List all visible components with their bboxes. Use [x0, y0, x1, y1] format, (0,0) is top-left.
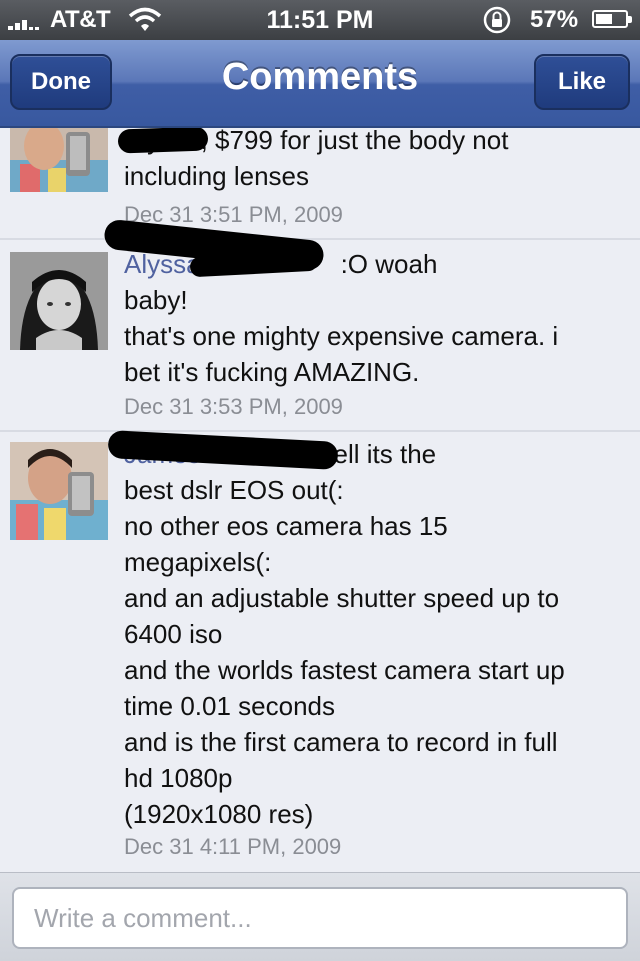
comment-line: that's one mighty expensive camera. i: [124, 321, 559, 351]
redaction-mark: [117, 128, 209, 154]
comment-line: time 0.01 seconds: [124, 691, 336, 721]
like-button[interactable]: Like: [534, 54, 630, 110]
avatar: [10, 252, 108, 350]
comments-list[interactable]: Alyssa, $799 for just the body not inclu…: [0, 128, 640, 872]
comment-timestamp: Dec 31 3:53 PM, 2009: [124, 394, 343, 419]
comment-line: baby!: [124, 285, 188, 315]
status-bar: AT&T 11:51 PM 57%: [0, 0, 640, 40]
comment-item: James Osborne well its the best dslr EOS…: [0, 430, 640, 872]
comment-line: and the worlds fastest camera start up: [124, 655, 565, 685]
comment-item: Alyssa, $799 for just the body not inclu…: [0, 128, 640, 240]
comment-line: (1920x1080 res): [124, 799, 314, 829]
rotation-lock-icon: [482, 5, 514, 40]
comment-line: and an adjustable shutter speed up to: [124, 583, 560, 613]
comment-composer: [0, 872, 640, 961]
comment-line: and is the first camera to record in ful…: [124, 727, 558, 757]
battery-percent: 57%: [530, 6, 579, 33]
comment-line: 6400 iso: [124, 619, 223, 649]
avatar: [10, 442, 108, 540]
comment-line-text: :O woah: [340, 249, 438, 279]
comment-timestamp: Dec 31 4:11 PM, 2009: [124, 834, 342, 859]
comment-input[interactable]: [12, 887, 628, 949]
comment-item: Alyssa:O woah baby! that's one mighty ex…: [0, 218, 640, 432]
battery-icon: [592, 10, 632, 28]
comment-line: hd 1080p: [124, 763, 233, 793]
comment-text: James Osborne well its the best dslr EOS…: [124, 436, 624, 832]
avatar: [10, 128, 108, 192]
comment-line: bet it's fucking AMAZING.: [124, 357, 420, 387]
comment-line: including lenses: [124, 161, 310, 191]
comment-line: megapixels(:: [124, 547, 272, 577]
comment-line: best dslr EOS out(:: [124, 475, 344, 505]
comment-line: no other eos camera has 15: [124, 511, 448, 541]
nav-bar: Done Comments Like: [0, 40, 640, 128]
